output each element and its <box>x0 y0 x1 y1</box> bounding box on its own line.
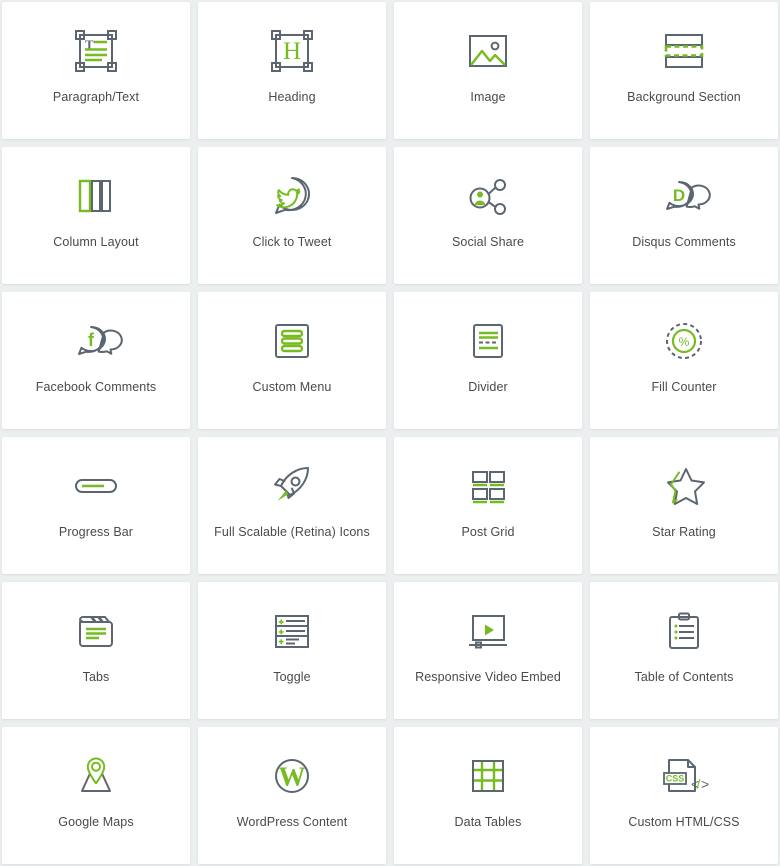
feature-label: Column Layout <box>53 235 139 249</box>
feature-label: Post Grid <box>461 525 515 539</box>
toggle-list-icon <box>265 604 319 658</box>
svg-text:W: W <box>279 762 306 792</box>
feature-card-wordpress-content[interactable]: W WordPress Content <box>198 727 386 864</box>
feature-card-custom-menu[interactable]: Custom Menu <box>198 292 386 429</box>
star-rating-icon <box>657 459 711 513</box>
svg-text:%: % <box>679 335 690 349</box>
svg-text:f: f <box>88 330 95 350</box>
post-grid-icon <box>461 459 515 513</box>
heading-icon: H <box>265 24 319 78</box>
feature-card-fill-counter[interactable]: % Fill Counter <box>590 292 778 429</box>
divider-icon <box>461 314 515 368</box>
feature-card-star-rating[interactable]: Star Rating <box>590 437 778 574</box>
feature-card-google-maps[interactable]: Google Maps <box>2 727 190 864</box>
feature-label: Toggle <box>273 670 311 684</box>
svg-text:CSS: CSS <box>666 774 685 784</box>
svg-text:>: > <box>701 776 709 792</box>
video-embed-icon <box>461 604 515 658</box>
feature-label: WordPress Content <box>236 815 348 829</box>
feature-card-table-of-contents[interactable]: Table of Contents <box>590 582 778 719</box>
feature-card-responsive-video-embed[interactable]: Responsive Video Embed <box>394 582 582 719</box>
feature-card-disqus-comments[interactable]: D Disqus Comments <box>590 147 778 284</box>
feature-label: Custom HTML/CSS <box>628 815 740 829</box>
feature-card-custom-html-css[interactable]: CSS < / > Custom HTML/CSS <box>590 727 778 864</box>
feature-card-data-tables[interactable]: Data Tables <box>394 727 582 864</box>
map-pin-icon <box>69 749 123 803</box>
feature-card-facebook-comments[interactable]: f Facebook Comments <box>2 292 190 429</box>
feature-card-image[interactable]: Image <box>394 2 582 139</box>
column-layout-icon <box>69 169 123 223</box>
feature-label: Custom Menu <box>252 380 332 394</box>
feature-label: Responsive Video Embed <box>415 670 561 684</box>
feature-card-click-to-tweet[interactable]: Click to Tweet <box>198 147 386 284</box>
feature-label: Google Maps <box>58 815 134 829</box>
feature-label: Tabs <box>82 670 110 684</box>
feature-card-heading[interactable]: H Heading <box>198 2 386 139</box>
disqus-comments-icon: D <box>657 169 711 223</box>
feature-label: Table of Contents <box>634 670 734 684</box>
feature-grid: T Paragraph/Text H Heading Image Backgro… <box>0 0 780 866</box>
feature-label: Click to Tweet <box>252 235 332 249</box>
feature-card-progress-bar[interactable]: Progress Bar <box>2 437 190 574</box>
feature-card-paragraph-text[interactable]: T Paragraph/Text <box>2 2 190 139</box>
social-share-icon <box>461 169 515 223</box>
feature-label: Background Section <box>627 90 741 104</box>
feature-label: Social Share <box>451 235 525 249</box>
feature-card-divider[interactable]: Divider <box>394 292 582 429</box>
feature-label: Star Rating <box>652 525 716 539</box>
twitter-bubble-icon <box>265 169 319 223</box>
feature-label: Divider <box>468 380 508 394</box>
feature-label: Progress Bar <box>58 525 134 539</box>
feature-label: Disqus Comments <box>632 235 736 249</box>
feature-label: Data Tables <box>454 815 522 829</box>
svg-text:/: / <box>697 776 701 792</box>
feature-card-retina-icons[interactable]: Full Scalable (Retina) Icons <box>198 437 386 574</box>
feature-label: Full Scalable (Retina) Icons <box>214 525 370 539</box>
svg-text:H: H <box>283 38 301 65</box>
feature-card-tabs[interactable]: Tabs <box>2 582 190 719</box>
feature-card-column-layout[interactable]: Column Layout <box>2 147 190 284</box>
feature-label: Fill Counter <box>651 380 717 394</box>
paragraph-text-icon: T <box>69 24 123 78</box>
feature-label: Heading <box>268 90 316 104</box>
progress-bar-icon <box>69 459 123 513</box>
facebook-comments-icon: f <box>69 314 123 368</box>
clipboard-list-icon <box>657 604 711 658</box>
feature-label: Facebook Comments <box>35 380 157 394</box>
custom-menu-icon <box>265 314 319 368</box>
feature-card-toggle[interactable]: Toggle <box>198 582 386 719</box>
feature-card-post-grid[interactable]: Post Grid <box>394 437 582 574</box>
feature-card-social-share[interactable]: Social Share <box>394 147 582 284</box>
image-icon <box>461 24 515 78</box>
feature-label: Image <box>470 90 506 104</box>
feature-card-background-section[interactable]: Background Section <box>590 2 778 139</box>
svg-text:D: D <box>673 186 685 205</box>
custom-html-css-icon: CSS < / > <box>657 749 711 803</box>
fill-counter-icon: % <box>657 314 711 368</box>
background-section-icon <box>657 24 711 78</box>
rocket-icon <box>265 459 319 513</box>
tabs-folder-icon <box>69 604 123 658</box>
data-table-icon <box>461 749 515 803</box>
wordpress-icon: W <box>265 749 319 803</box>
feature-label: Paragraph/Text <box>52 90 140 104</box>
